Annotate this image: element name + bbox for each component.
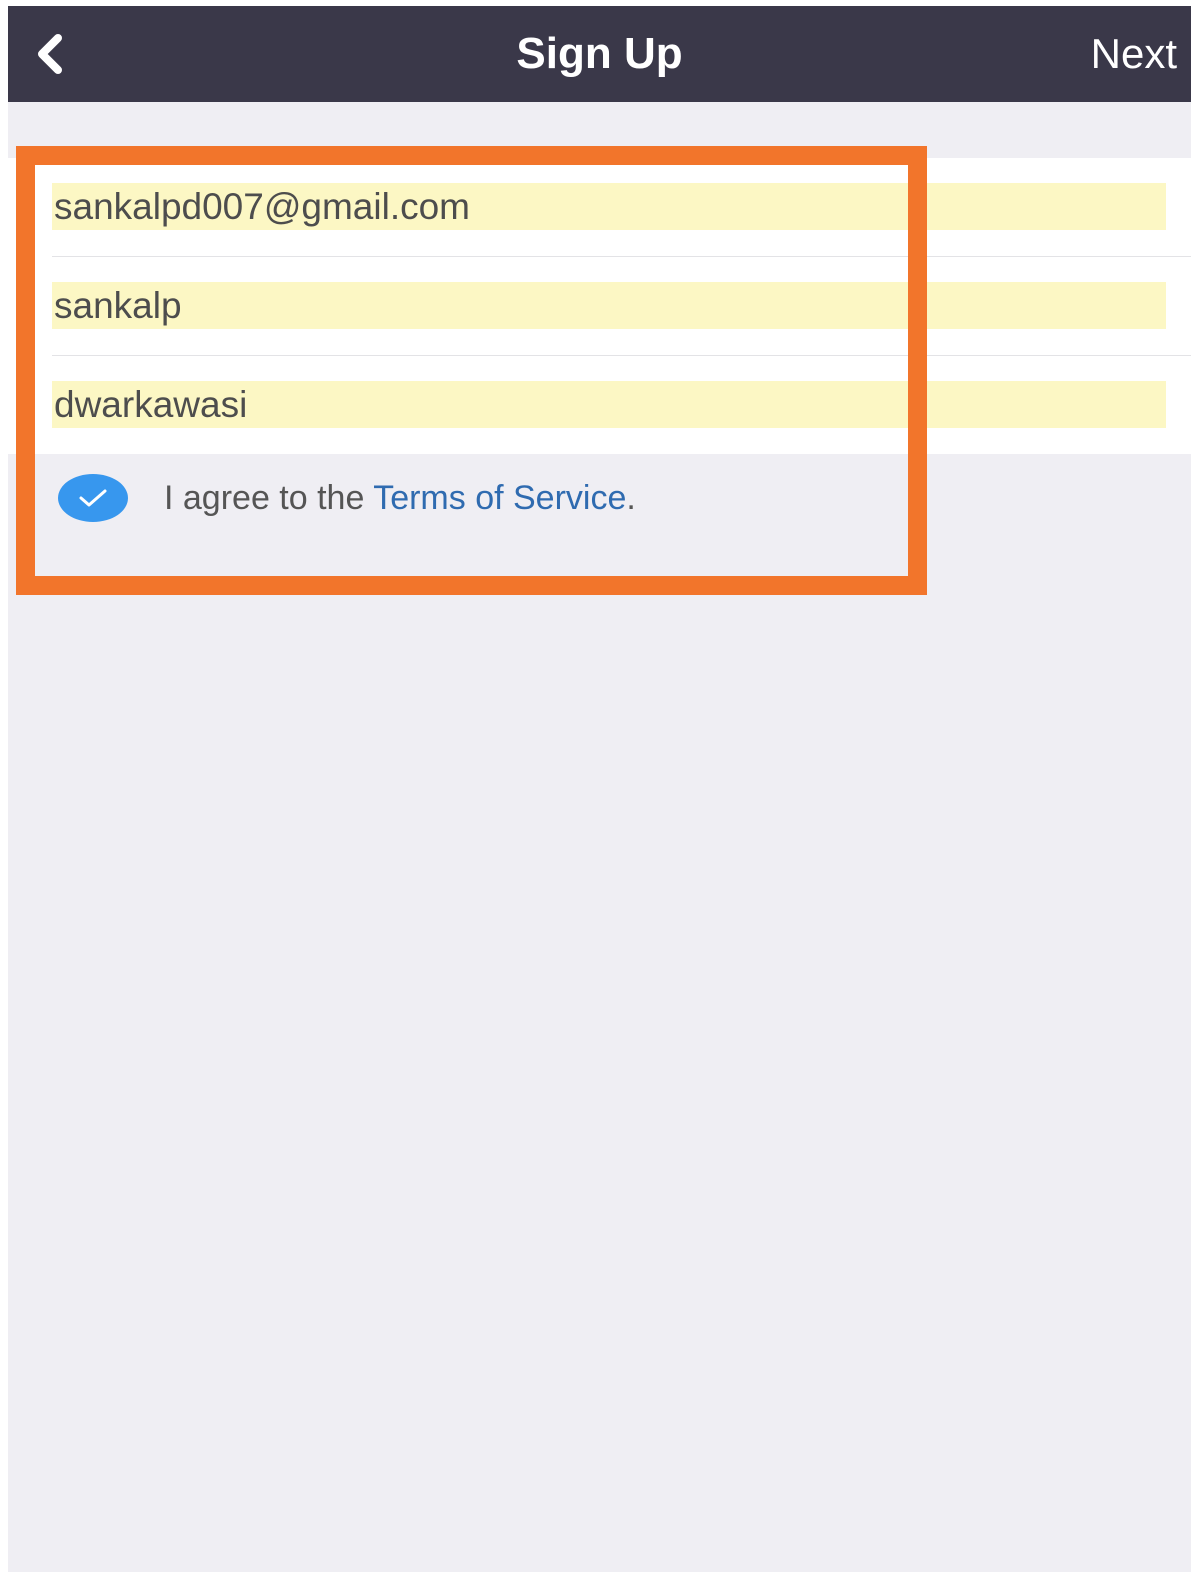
sign-up-screen: Sign Up Next I agree to the Terms of Ser… <box>8 6 1191 1572</box>
first-name-row <box>8 257 1191 355</box>
page-title: Sign Up <box>516 29 683 78</box>
terms-agreement-row: I agree to the Terms of Service. <box>8 454 1191 548</box>
terms-checkbox[interactable] <box>58 474 128 522</box>
last-name-field[interactable] <box>52 381 1166 428</box>
next-button[interactable]: Next <box>1091 28 1177 80</box>
last-name-row <box>8 356 1191 454</box>
email-row <box>8 158 1191 256</box>
navigation-bar: Sign Up Next <box>8 6 1191 102</box>
email-field[interactable] <box>52 183 1166 230</box>
sign-up-form <box>8 158 1191 454</box>
terms-suffix: . <box>626 479 636 517</box>
terms-prefix: I agree to the <box>164 479 374 517</box>
checkmark-icon <box>79 489 107 507</box>
first-name-field[interactable] <box>52 282 1166 329</box>
terms-label: I agree to the Terms of Service. <box>164 476 636 520</box>
terms-of-service-link[interactable]: Terms of Service <box>373 479 626 517</box>
